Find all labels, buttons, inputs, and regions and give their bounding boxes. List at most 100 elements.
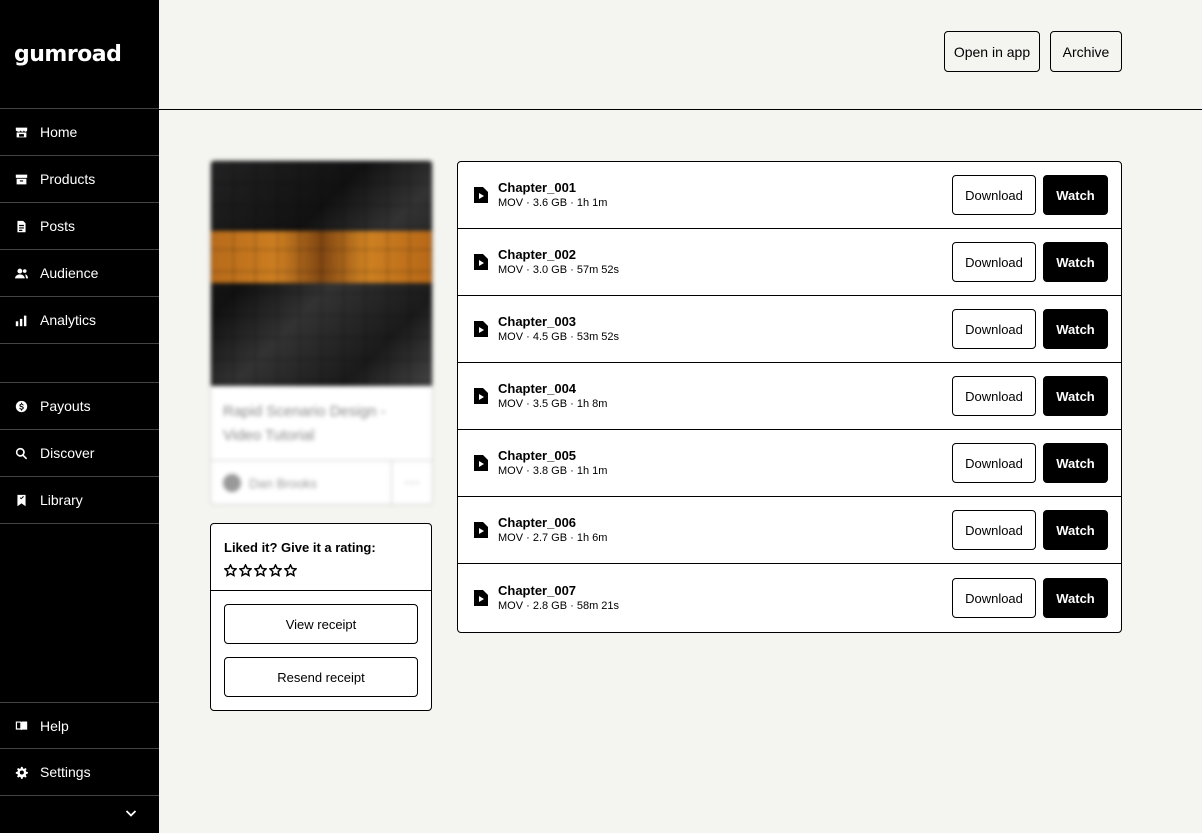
page-header: Open in app Archive	[159, 0, 1202, 110]
file-info: Chapter_001 MOV · 3.6 GB · 1h 1m	[498, 180, 952, 211]
sidebar-item-label: Payouts	[40, 398, 91, 414]
archive-box-icon	[14, 172, 28, 186]
sidebar-spacer	[0, 344, 159, 383]
sidebar-item-label: Settings	[40, 764, 91, 780]
sidebar-item-settings[interactable]: Settings	[0, 749, 159, 796]
file-row: Chapter_005 MOV · 3.8 GB · 1h 1m Downloa…	[458, 430, 1121, 497]
logo-text: Gumroad	[14, 41, 122, 67]
sidebar-item-label: Products	[40, 171, 96, 187]
sidebar-item-audience[interactable]: Audience	[0, 250, 159, 297]
product-title: Rapid Scenario Design - Video Tutorial	[211, 386, 432, 461]
open-in-app-button[interactable]: Open in app	[944, 31, 1040, 72]
file-row: Chapter_003 MOV · 4.5 GB · 53m 52s Downl…	[458, 296, 1121, 363]
watch-button[interactable]: Watch	[1043, 510, 1108, 550]
sidebar-item-label: Home	[40, 124, 78, 140]
file-name: Chapter_006	[498, 514, 577, 530]
file-name: Chapter_002	[498, 246, 577, 262]
watch-button[interactable]: Watch	[1043, 175, 1108, 215]
watch-button[interactable]: Watch	[1043, 443, 1108, 483]
sidebar-item-products[interactable]: Products	[0, 156, 159, 203]
star-icon[interactable]	[253, 563, 268, 577]
file-meta: MOV · 3.0 GB · 57m 52s	[498, 263, 620, 276]
video-file-icon	[473, 186, 489, 204]
sidebar-item-label: Help	[40, 717, 69, 734]
sidebar-item-home[interactable]: Home	[0, 109, 159, 156]
view-receipt-button[interactable]: View receipt	[224, 604, 418, 644]
sidebar-item-posts[interactable]: Posts	[0, 203, 159, 250]
sidebar-item-help[interactable]: Help	[0, 702, 159, 749]
file-name: Chapter_007	[498, 582, 577, 598]
logo[interactable]: Gumroad	[0, 0, 159, 109]
resend-receipt-button[interactable]: Resend receipt	[224, 657, 418, 697]
people-icon	[14, 266, 28, 280]
video-file-icon	[473, 253, 489, 271]
product-thumbnail	[211, 161, 432, 386]
sidebar-item-label: Analytics	[40, 312, 97, 328]
download-button[interactable]: Download	[952, 175, 1036, 215]
rating-panel: Liked it? Give it a rating: View receipt…	[210, 523, 432, 711]
star-icon[interactable]	[268, 563, 283, 577]
sidebar-collapse-toggle[interactable]	[0, 796, 159, 833]
video-file-icon	[473, 320, 489, 338]
watch-button[interactable]: Watch	[1043, 578, 1108, 618]
thumbnail-grid	[211, 161, 432, 386]
sidebar-item-label: Posts	[40, 218, 76, 234]
chevron-down-icon	[125, 806, 137, 824]
creator-name: Dan Brooks	[249, 475, 317, 491]
file-info: Chapter_004 MOV · 3.5 GB · 1h 8m	[498, 381, 952, 412]
star-icon[interactable]	[238, 563, 253, 577]
file-meta: MOV · 4.5 GB · 53m 52s	[498, 330, 620, 343]
product-card[interactable]: Rapid Scenario Design - Video Tutorial D…	[210, 160, 433, 505]
download-button[interactable]: Download	[952, 242, 1036, 282]
sidebar-item-analytics[interactable]: Analytics	[0, 297, 159, 344]
file-row: Chapter_006 MOV · 2.7 GB · 1h 6m Downloa…	[458, 497, 1121, 564]
video-file-icon	[473, 454, 489, 472]
file-name: Chapter_004	[498, 380, 577, 396]
sidebar-item-payouts[interactable]: Payouts	[0, 383, 159, 430]
sidebar-item-library[interactable]: Library	[0, 477, 159, 524]
download-button[interactable]: Download	[952, 376, 1036, 416]
more-options-button[interactable]: ···	[392, 461, 432, 504]
bookmark-icon	[14, 493, 28, 507]
video-file-icon	[473, 387, 489, 405]
file-meta: MOV · 3.6 GB · 1h 1m	[498, 196, 608, 209]
download-button[interactable]: Download	[952, 309, 1036, 349]
dollar-circle-icon	[14, 399, 28, 413]
gear-icon	[14, 765, 28, 779]
video-file-icon	[473, 521, 489, 539]
watch-button[interactable]: Watch	[1043, 242, 1108, 282]
star-icon[interactable]	[223, 563, 238, 577]
file-meta: MOV · 3.8 GB · 1h 1m	[498, 464, 608, 477]
product-creator[interactable]: Dan Brooks	[211, 461, 392, 504]
sidebar-item-label: Library	[40, 492, 83, 508]
file-meta: MOV · 2.7 GB · 1h 6m	[498, 531, 608, 544]
file-row: Chapter_007 MOV · 2.8 GB · 58m 21s Downl…	[458, 564, 1121, 632]
download-button[interactable]: Download	[952, 443, 1036, 483]
file-info: Chapter_007 MOV · 2.8 GB · 58m 21s	[498, 583, 952, 614]
watch-button[interactable]: Watch	[1043, 309, 1108, 349]
archive-button[interactable]: Archive	[1050, 31, 1122, 72]
book-icon	[14, 719, 28, 733]
store-icon	[14, 125, 28, 139]
watch-button[interactable]: Watch	[1043, 376, 1108, 416]
file-meta: MOV · 3.5 GB · 1h 8m	[498, 397, 608, 410]
sidebar-item-label: Audience	[40, 265, 99, 281]
rating-label: Liked it? Give it a rating:	[224, 540, 376, 555]
download-button[interactable]: Download	[952, 578, 1036, 618]
sidebar-item-discover[interactable]: Discover	[0, 430, 159, 477]
file-info: Chapter_005 MOV · 3.8 GB · 1h 1m	[498, 448, 952, 479]
sidebar: Gumroad Home Products Posts Audience Ana…	[0, 0, 159, 833]
download-button[interactable]: Download	[952, 510, 1036, 550]
rating-section: Liked it? Give it a rating:	[211, 524, 431, 591]
product-card-footer: Dan Brooks ···	[211, 461, 432, 504]
star-icon[interactable]	[283, 563, 298, 577]
file-info: Chapter_003 MOV · 4.5 GB · 53m 52s	[498, 314, 952, 345]
sidebar-item-label: Discover	[40, 445, 95, 461]
file-row: Chapter_002 MOV · 3.0 GB · 57m 52s Downl…	[458, 229, 1121, 296]
file-info: Chapter_002 MOV · 3.0 GB · 57m 52s	[498, 247, 952, 278]
file-name: Chapter_003	[498, 313, 577, 329]
avatar	[223, 474, 241, 492]
file-meta: MOV · 2.8 GB · 58m 21s	[498, 599, 620, 612]
video-file-icon	[473, 589, 489, 607]
bar-chart-icon	[14, 313, 28, 327]
